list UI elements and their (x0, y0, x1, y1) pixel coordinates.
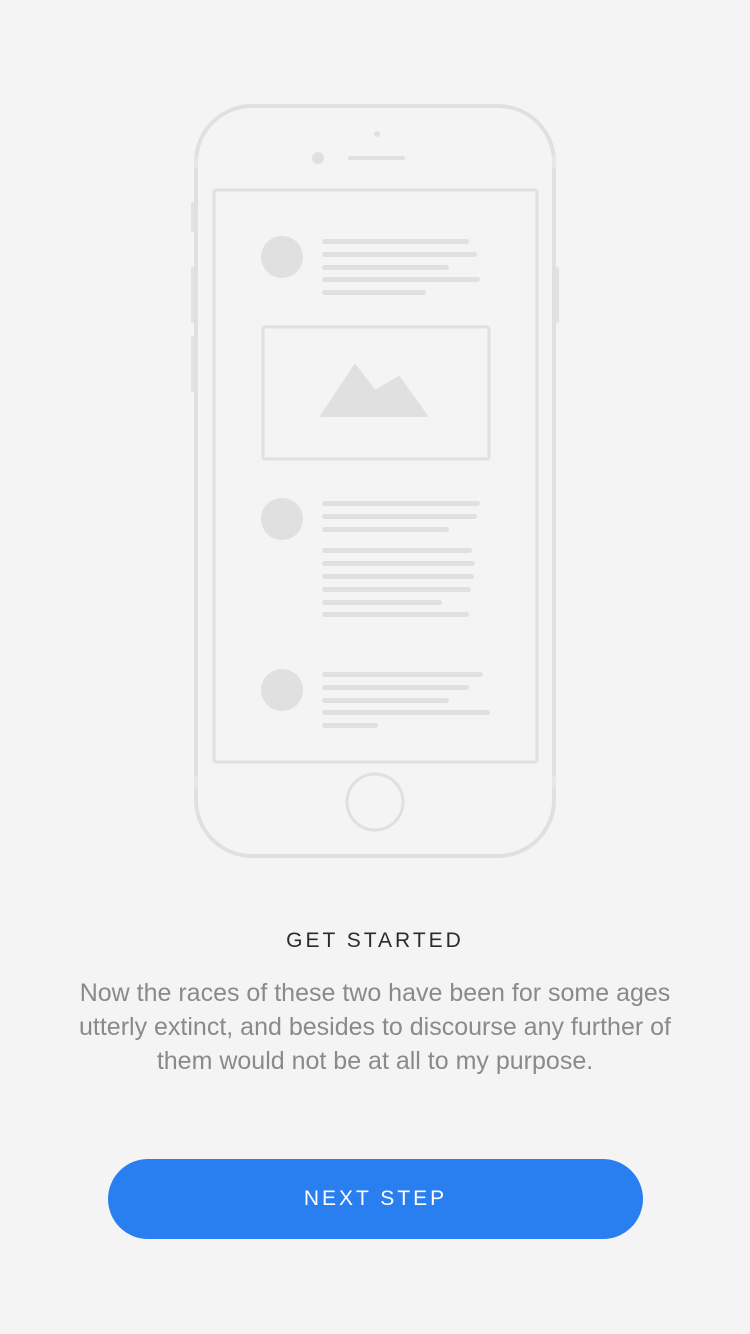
feed-item-placeholder (261, 498, 480, 617)
home-button-icon (345, 772, 405, 832)
mountain-image-icon (320, 364, 428, 417)
feed-item-placeholder (261, 236, 480, 295)
phone-wireframe-illustration (191, 104, 559, 858)
avatar-placeholder (261, 669, 303, 711)
proximity-sensor (374, 131, 380, 137)
phone-body (194, 104, 556, 858)
front-camera-icon (312, 152, 324, 164)
next-step-button[interactable]: NEXT STEP (108, 1159, 643, 1239)
text-lines-placeholder (322, 501, 480, 617)
feed-item-placeholder (261, 669, 490, 728)
avatar-placeholder (261, 236, 303, 278)
onboarding-title: GET STARTED (286, 929, 464, 952)
earpiece-speaker (348, 156, 405, 160)
text-lines-placeholder (322, 239, 480, 295)
text-lines-placeholder (322, 672, 490, 728)
onboarding-description: Now the races of these two have been for… (79, 979, 671, 1075)
phone-side-buttons (191, 202, 559, 392)
image-placeholder (261, 325, 491, 461)
phone-antenna-lines (194, 156, 556, 788)
avatar-placeholder (261, 498, 303, 540)
